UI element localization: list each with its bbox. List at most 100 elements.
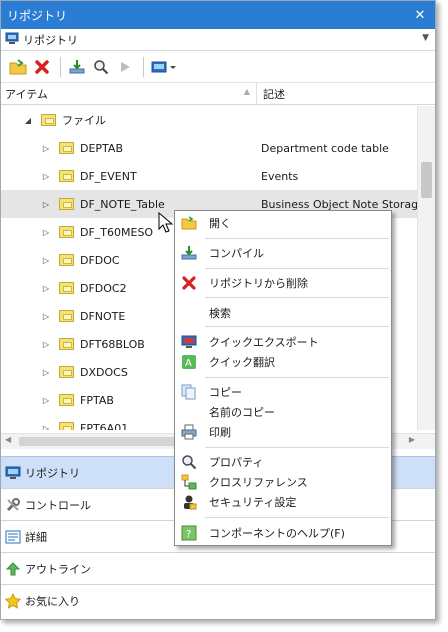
expand-icon[interactable]: ▷ <box>41 200 51 209</box>
menu-item-label: コピー <box>209 386 242 399</box>
tree-row-name: DF_EVENT <box>80 169 137 183</box>
nav-repository-label: リポジトリ <box>25 466 80 480</box>
file-folder-icon <box>59 422 74 430</box>
menu-cross-reference[interactable]: クロスリファレンス <box>175 472 391 492</box>
vertical-scrollbar[interactable] <box>417 106 435 430</box>
translate-icon: A <box>181 354 197 370</box>
search-button[interactable] <box>90 56 112 78</box>
context-menu: 開くコンパイルリポジトリから削除 検索クイックエクスポート A クイック翻訳コピー名前… <box>174 210 392 546</box>
view-button[interactable] <box>149 56 179 78</box>
toolbar <box>1 51 435 83</box>
menu-security-settings[interactable]: セキュリティ設定 <box>175 492 391 512</box>
menu-quick-translate[interactable]: A クイック翻訳 <box>175 352 391 372</box>
security-icon <box>181 494 197 510</box>
menu-item-label: 検索 <box>209 307 231 320</box>
compile-icon <box>181 245 197 261</box>
horizontal-scroll-thumb[interactable] <box>19 437 199 446</box>
menu-separator <box>205 297 389 298</box>
menu-copy-name[interactable]: 名前のコピー <box>175 402 391 422</box>
window-title: リポジトリ <box>7 8 68 23</box>
tree-parent-label: ファイル <box>62 114 106 127</box>
expand-icon[interactable]: ▷ <box>41 144 51 153</box>
cross-reference-icon <box>181 474 197 490</box>
red-x-icon <box>181 275 197 291</box>
menu-separator <box>205 326 389 327</box>
column-item-label: アイテム <box>5 87 48 101</box>
selector-value: リポジトリ <box>23 33 78 47</box>
nav-controls-label: コントロール <box>25 498 91 512</box>
menu-component-help[interactable]: ? コンポーネントのヘルプ(F) <box>175 523 391 543</box>
scroll-right-icon[interactable]: ▶ <box>409 435 415 444</box>
sort-icon: ▲ <box>243 87 250 96</box>
copy-icon <box>181 384 197 400</box>
file-folder-icon <box>59 254 74 266</box>
file-folder-icon <box>59 366 74 378</box>
export-icon <box>181 334 197 350</box>
menu-print[interactable]: 印刷 <box>175 422 391 442</box>
expand-icon[interactable]: ▷ <box>41 368 51 377</box>
menu-item-label: 印刷 <box>209 426 231 439</box>
column-description[interactable]: 記述 <box>257 83 435 104</box>
nav-outline-label: アウトライン <box>25 562 91 576</box>
close-icon[interactable]: ✕ <box>411 6 429 24</box>
menu-separator <box>205 447 389 448</box>
repository-selector[interactable]: リポジトリ ▼ <box>1 29 435 51</box>
toolbar-divider <box>143 56 144 77</box>
collapse-icon[interactable]: ◢ <box>23 116 33 125</box>
file-folder-icon <box>59 198 74 210</box>
tree-row[interactable]: ▷ DEPTAB Department code table <box>1 134 417 162</box>
menu-copy[interactable]: コピー <box>175 382 391 402</box>
menu-compile[interactable]: コンパイル <box>175 243 391 263</box>
expand-icon[interactable]: ▷ <box>41 396 51 405</box>
column-item[interactable]: アイテム ▲ <box>1 83 257 104</box>
menu-open[interactable]: 開く <box>175 213 391 233</box>
open-folder-button[interactable] <box>7 56 29 78</box>
run-button[interactable] <box>114 56 136 78</box>
printer-icon <box>181 424 197 440</box>
expand-icon[interactable]: ▷ <box>41 172 51 181</box>
column-description-label: 記述 <box>263 87 285 101</box>
column-header: アイテム ▲ 記述 <box>1 83 435 105</box>
file-folder-icon <box>59 394 74 406</box>
menu-separator <box>205 377 389 378</box>
menu-remove-from-repository[interactable]: リポジトリから削除 <box>175 273 391 293</box>
tree-row-description: Business Object Note Storage <box>261 197 417 211</box>
menu-item-label: 開く <box>209 217 231 230</box>
menu-separator <box>205 238 389 239</box>
tools-icon <box>5 497 21 513</box>
svg-text:?: ? <box>186 529 191 540</box>
help-icon: ? <box>181 525 197 541</box>
vertical-scroll-thumb[interactable] <box>421 162 432 198</box>
star-icon <box>5 592 21 609</box>
tree-parent-files[interactable]: ◢ ファイル <box>1 106 417 134</box>
tree-row-name: DF_NOTE_Table <box>80 197 165 211</box>
expand-icon[interactable]: ▷ <box>41 228 51 237</box>
expand-icon[interactable]: ▷ <box>41 284 51 293</box>
mouse-cursor-icon <box>158 211 174 237</box>
menu-separator <box>205 517 389 518</box>
magnifier-icon <box>181 454 197 470</box>
nav-outline[interactable]: アウトライン <box>1 552 435 584</box>
compile-button[interactable] <box>66 56 88 78</box>
expand-icon[interactable]: ▷ <box>41 312 51 321</box>
expand-icon[interactable]: ▷ <box>41 256 51 265</box>
menu-item-label: クイックエクスポート <box>209 336 319 349</box>
outline-icon <box>5 561 21 577</box>
tree-row-description: Department code table <box>261 141 389 155</box>
menu-item-label: プロパティ <box>209 456 264 469</box>
expand-icon[interactable]: ▷ <box>41 340 51 349</box>
tree-row[interactable]: ▷ DF_EVENT Events <box>1 162 417 190</box>
menu-item-label: クロスリファレンス <box>209 476 308 489</box>
nav-favorites[interactable]: お気に入り <box>1 584 435 616</box>
svg-text:A: A <box>185 358 192 369</box>
chevron-down-icon[interactable]: ▼ <box>422 33 429 43</box>
menu-item-label: 名前のコピー <box>209 406 275 419</box>
menu-quick-export[interactable]: クイックエクスポート <box>175 332 391 352</box>
menu-item-label: リポジトリから削除 <box>209 277 308 290</box>
menu-properties[interactable]: プロパティ <box>175 452 391 472</box>
delete-button[interactable] <box>31 56 53 78</box>
scroll-left-icon[interactable]: ◀ <box>5 435 11 444</box>
expand-icon[interactable]: ▷ <box>41 424 51 431</box>
menu-search[interactable]: 検索 <box>175 303 391 323</box>
file-folder-icon <box>59 338 74 350</box>
